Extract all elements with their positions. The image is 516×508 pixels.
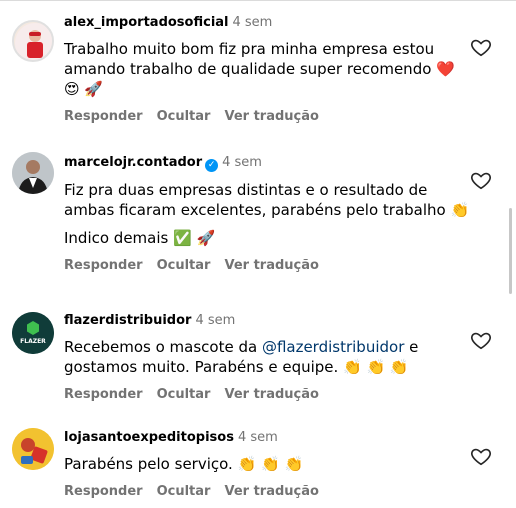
comment-username[interactable]: flazerdistribuidor: [64, 313, 191, 328]
comment-actions: Responder Ocultar Ver tradução: [64, 109, 474, 124]
top-divider: [0, 0, 516, 1]
see-translation-button[interactable]: Ver tradução: [224, 484, 318, 499]
comment-username[interactable]: alex_importadosoficial: [64, 15, 229, 30]
comment-actions: Responder Ocultar Ver tradução: [64, 484, 474, 499]
avatar[interactable]: [12, 152, 54, 194]
avatar[interactable]: FLAZER: [12, 312, 54, 354]
comment-time[interactable]: 4 sem: [222, 155, 262, 170]
avatar-image: [12, 152, 54, 194]
avatar-image: [12, 428, 54, 470]
comment-username[interactable]: marcelojr.contador: [64, 155, 202, 170]
reply-button[interactable]: Responder: [64, 387, 143, 402]
see-translation-button[interactable]: Ver tradução: [224, 387, 318, 402]
comment-time[interactable]: 4 sem: [233, 15, 273, 30]
avatar[interactable]: [12, 20, 54, 62]
like-heart-icon[interactable]: [470, 445, 492, 467]
see-translation-button[interactable]: Ver tradução: [224, 109, 318, 124]
comment-actions: Responder Ocultar Ver tradução: [64, 387, 474, 402]
reply-button[interactable]: Responder: [64, 484, 143, 499]
mention-link[interactable]: @flazerdistribuidor: [262, 338, 404, 356]
hide-button[interactable]: Ocultar: [157, 387, 211, 402]
comment-text: Parabéns pelo serviço. 👏 👏 👏: [64, 455, 304, 473]
hide-button[interactable]: Ocultar: [157, 258, 211, 273]
reply-button[interactable]: Responder: [64, 109, 143, 124]
like-heart-icon[interactable]: [470, 329, 492, 351]
see-translation-button[interactable]: Ver tradução: [224, 258, 318, 273]
verified-badge-icon: ✓: [205, 159, 219, 172]
scrollbar[interactable]: [509, 208, 512, 294]
avatar-image: [15, 23, 52, 60]
comment-text: Fiz pra duas empresas distintas e o resu…: [64, 181, 470, 247]
hide-button[interactable]: Ocultar: [157, 109, 211, 124]
like-heart-icon[interactable]: [470, 169, 492, 191]
comment-text: Trabalho muito bom fiz pra minha empresa…: [64, 40, 455, 98]
comment-time[interactable]: 4 sem: [195, 313, 235, 328]
hide-button[interactable]: Ocultar: [157, 484, 211, 499]
comment-time[interactable]: 4 sem: [238, 430, 278, 445]
comment-text: Recebemos o mascote da @flazerdistribuid…: [64, 338, 419, 376]
like-heart-icon[interactable]: [470, 36, 492, 58]
avatar[interactable]: [12, 428, 54, 470]
avatar-logo-text: FLAZER: [20, 338, 46, 345]
avatar-image: FLAZER: [12, 312, 54, 354]
comment-actions: Responder Ocultar Ver tradução: [64, 258, 474, 273]
comment-username[interactable]: lojasantoexpeditopisos: [64, 430, 234, 445]
reply-button[interactable]: Responder: [64, 258, 143, 273]
